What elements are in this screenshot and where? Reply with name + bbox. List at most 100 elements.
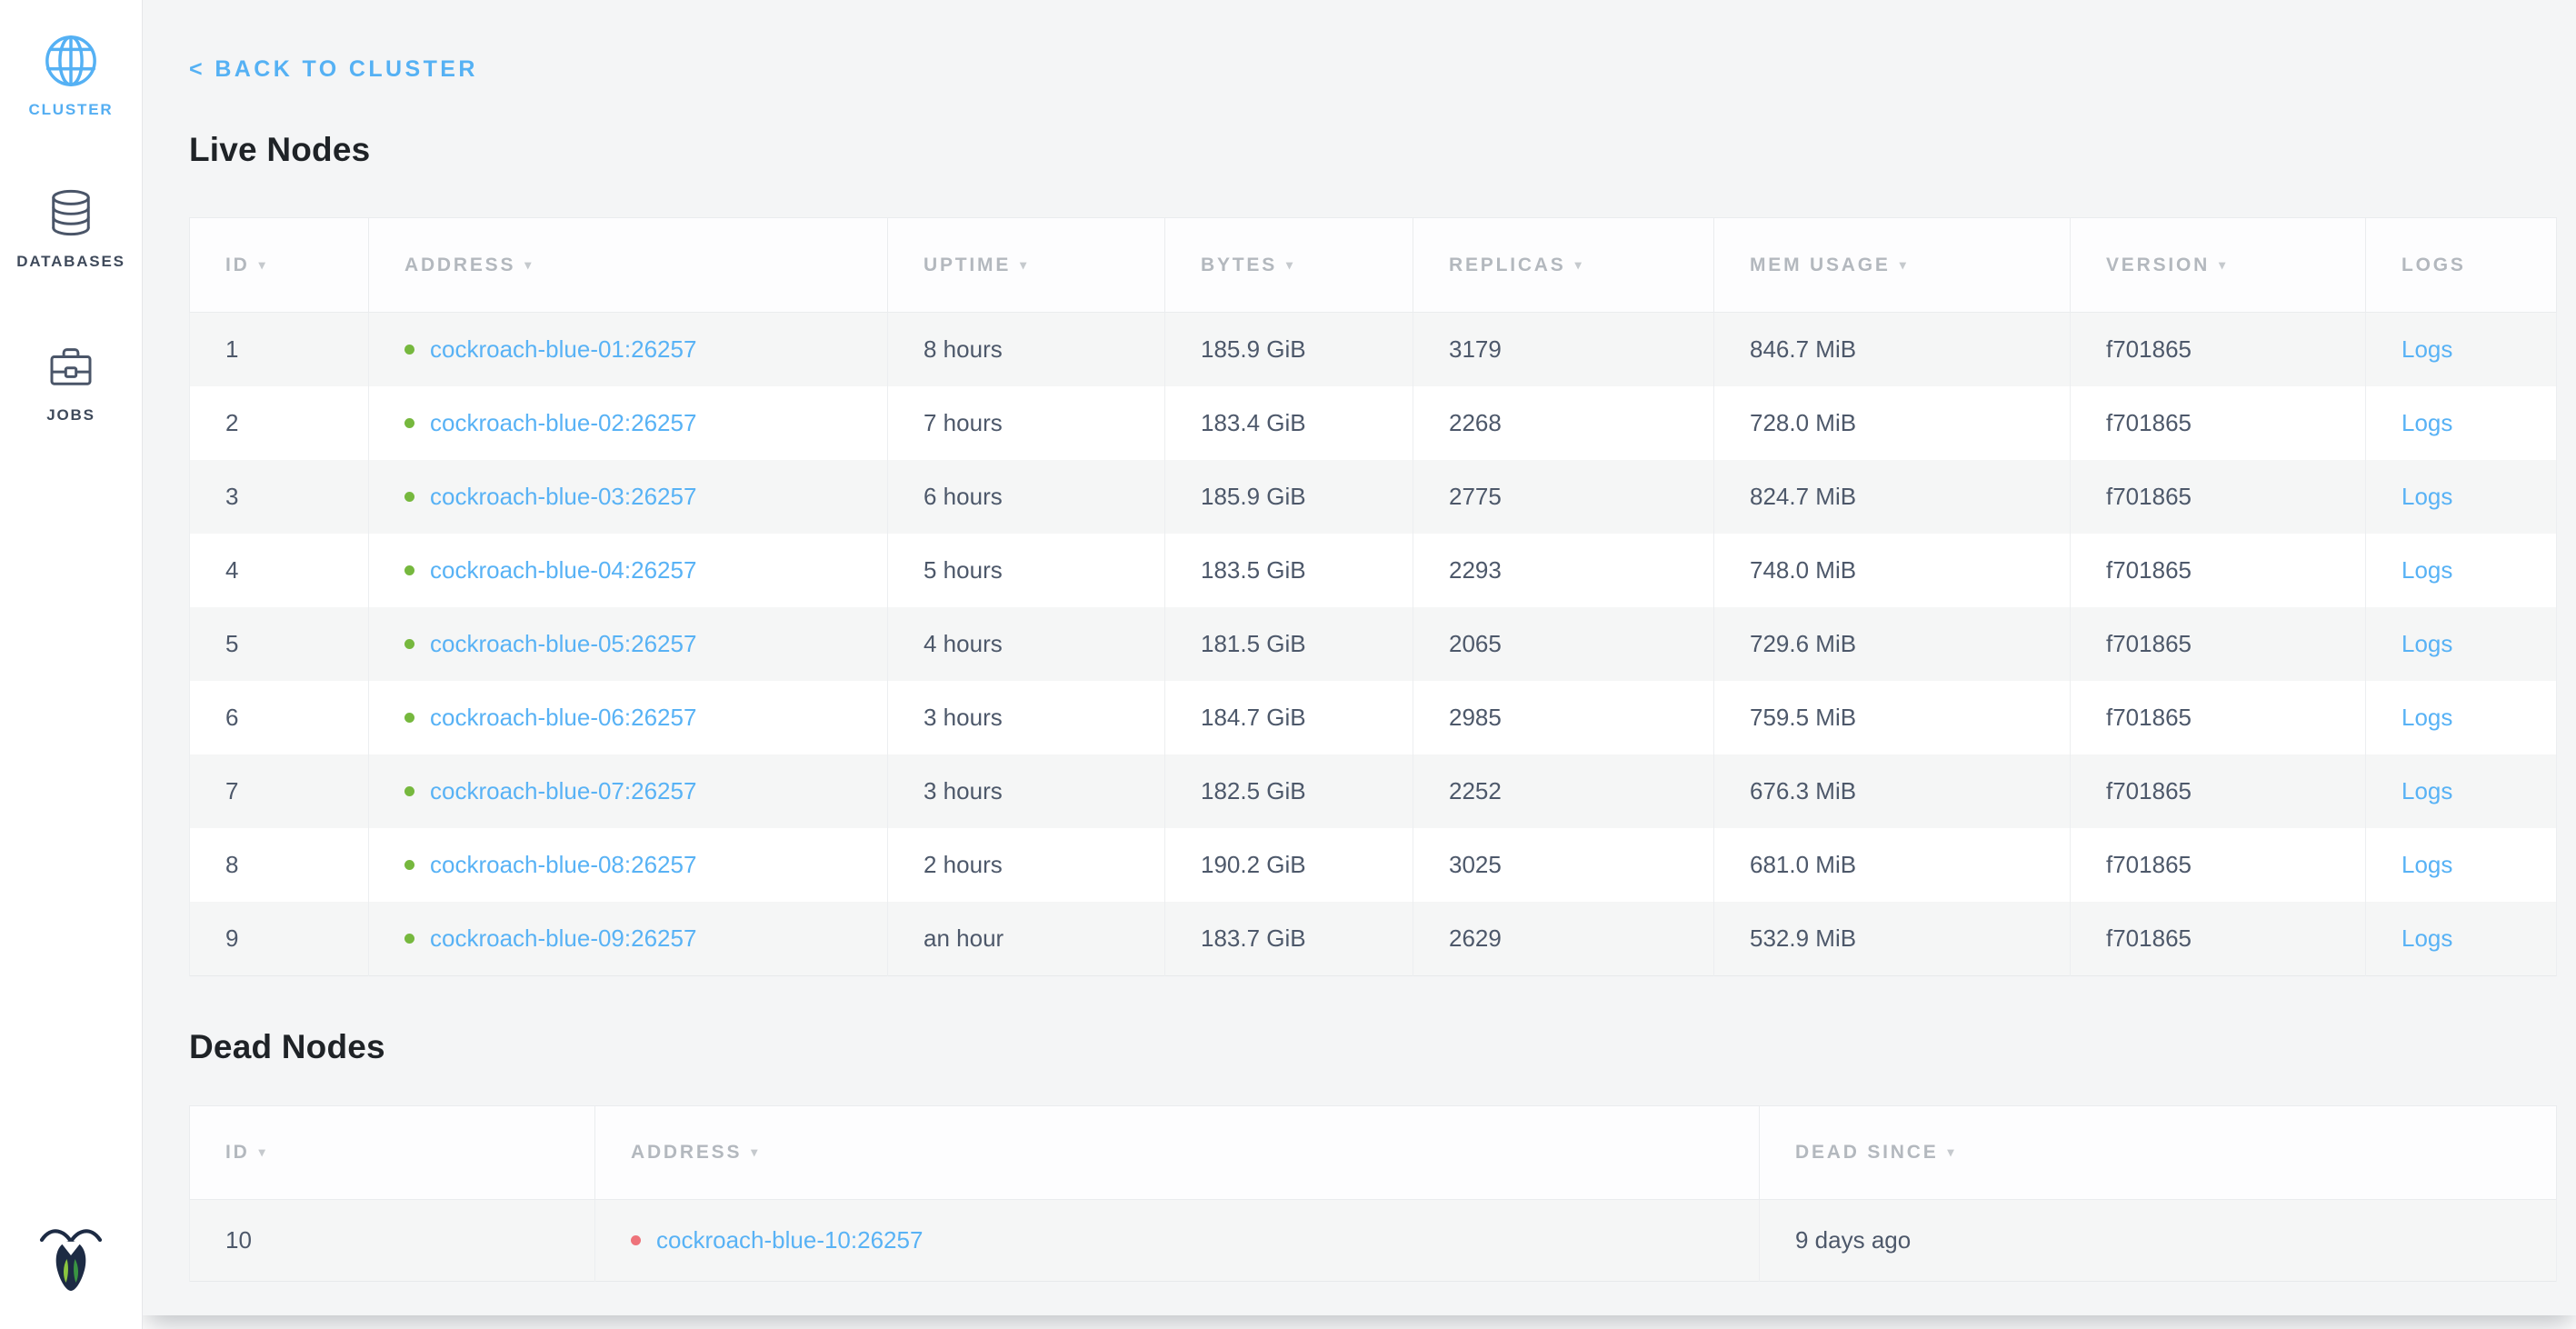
cell-bytes: 185.9 GiB	[1165, 313, 1413, 387]
sort-caret-icon: ▾	[2219, 257, 2225, 272]
table-row: 4cockroach-blue-04:262575 hours183.5 GiB…	[190, 534, 2557, 607]
cell-replicas: 2268	[1413, 386, 1714, 460]
cell-address: cockroach-blue-07:26257	[369, 754, 888, 828]
live-status-dot-icon	[404, 860, 414, 870]
sidebar-item-label: CLUSTER	[29, 101, 114, 119]
cell-address: cockroach-blue-06:26257	[369, 681, 888, 754]
cell-mem_usage: 748.0 MiB	[1714, 534, 2071, 607]
logs-link[interactable]: Logs	[2401, 483, 2452, 510]
cell-uptime: 7 hours	[888, 386, 1165, 460]
node-address-link[interactable]: cockroach-blue-02:26257	[430, 409, 696, 436]
node-address-link[interactable]: cockroach-blue-04:26257	[430, 556, 696, 584]
cell-address: cockroach-blue-10:26257	[595, 1200, 1760, 1282]
cell-version: f701865	[2071, 534, 2366, 607]
cell-bytes: 190.2 GiB	[1165, 828, 1413, 902]
app-root: CLUSTER DATABASES	[0, 0, 2576, 1329]
logs-link[interactable]: Logs	[2401, 409, 2452, 436]
column-header-address[interactable]: ADDRESS▾	[595, 1106, 1760, 1200]
dead-nodes-title: Dead Nodes	[189, 1027, 2576, 1067]
briefcase-icon	[45, 338, 96, 395]
cell-address: cockroach-blue-01:26257	[369, 313, 888, 387]
column-header-label: ID	[225, 1142, 250, 1163]
table-header-row: ID▾ADDRESS▾UPTIME▾ BYTES ▾ REPLICAS▾MEM USA…	[190, 218, 2557, 313]
column-header-label: BYTES	[1201, 255, 1277, 275]
column-header-version[interactable]: VERSION ▾	[2071, 218, 2366, 313]
cell-address: cockroach-blue-08:26257	[369, 828, 888, 902]
cell-mem_usage: 728.0 MiB	[1714, 386, 2071, 460]
logs-link[interactable]: Logs	[2401, 630, 2452, 657]
cell-replicas: 3179	[1413, 313, 1714, 387]
sort-caret-icon: ▾	[524, 257, 531, 272]
cell-replicas: 2775	[1413, 460, 1714, 534]
cell-bytes: 181.5 GiB	[1165, 607, 1413, 681]
column-header-replicas[interactable]: REPLICAS▾	[1413, 218, 1714, 313]
cell-logs: Logs	[2366, 681, 2557, 754]
logs-link[interactable]: Logs	[2401, 335, 2452, 363]
cell-uptime: 4 hours	[888, 607, 1165, 681]
cell-logs: Logs	[2366, 828, 2557, 902]
logs-link[interactable]: Logs	[2401, 777, 2452, 804]
table-row: 3cockroach-blue-03:262576 hours185.9 GiB…	[190, 460, 2557, 534]
cell-mem_usage: 846.7 MiB	[1714, 313, 2071, 387]
sidebar-item-databases[interactable]: DATABASES	[16, 185, 125, 271]
node-address-link[interactable]: cockroach-blue-10:26257	[656, 1226, 923, 1254]
logs-link[interactable]: Logs	[2401, 556, 2452, 584]
cell-id: 4	[190, 534, 369, 607]
dead-status-dot-icon	[631, 1235, 641, 1245]
column-header-dead_since[interactable]: DEAD SINCE▾	[1760, 1106, 2557, 1200]
node-address-link[interactable]: cockroach-blue-01:26257	[430, 335, 696, 363]
sidebar-item-jobs[interactable]: JOBS	[45, 338, 96, 425]
sort-caret-icon: ▾	[1020, 257, 1026, 272]
cell-mem_usage: 759.5 MiB	[1714, 681, 2071, 754]
column-header-id[interactable]: ID▾	[190, 218, 369, 313]
column-header-address[interactable]: ADDRESS▾	[369, 218, 888, 313]
cell-logs: Logs	[2366, 460, 2557, 534]
table-row: 7cockroach-blue-07:262573 hours182.5 GiB…	[190, 754, 2557, 828]
cell-bytes: 185.9 GiB	[1165, 460, 1413, 534]
cell-id: 1	[190, 313, 369, 387]
logs-link[interactable]: Logs	[2401, 851, 2452, 878]
sidebar-item-cluster[interactable]: CLUSTER	[29, 33, 114, 119]
sidebar-item-label: JOBS	[46, 406, 95, 425]
column-header-mem_usage[interactable]: MEM USAGE▾	[1714, 218, 2071, 313]
sort-caret-icon: ▾	[1948, 1144, 1954, 1159]
cell-uptime: 6 hours	[888, 460, 1165, 534]
cell-mem_usage: 729.6 MiB	[1714, 607, 2071, 681]
cell-bytes: 183.4 GiB	[1165, 386, 1413, 460]
sort-caret-icon: ▾	[259, 1144, 265, 1159]
node-address-link[interactable]: cockroach-blue-03:26257	[430, 483, 696, 510]
node-address-link[interactable]: cockroach-blue-05:26257	[430, 630, 696, 657]
live-status-dot-icon	[404, 418, 414, 428]
globe-icon	[43, 33, 99, 89]
cell-id: 6	[190, 681, 369, 754]
cell-version: f701865	[2071, 607, 2366, 681]
node-address-link[interactable]: cockroach-blue-08:26257	[430, 851, 696, 878]
cell-address: cockroach-blue-02:26257	[369, 386, 888, 460]
sort-caret-icon: ▾	[1286, 257, 1293, 272]
table-row: 6cockroach-blue-06:262573 hours184.7 GiB…	[190, 681, 2557, 754]
sidebar: CLUSTER DATABASES	[0, 0, 143, 1329]
cell-address: cockroach-blue-04:26257	[369, 534, 888, 607]
cell-id: 2	[190, 386, 369, 460]
node-address-link[interactable]: cockroach-blue-07:26257	[430, 777, 696, 804]
cell-version: f701865	[2071, 902, 2366, 976]
column-header-bytes[interactable]: BYTES ▾	[1165, 218, 1413, 313]
live-status-dot-icon	[404, 713, 414, 723]
cell-version: f701865	[2071, 386, 2366, 460]
table-row: 8cockroach-blue-08:262572 hours190.2 GiB…	[190, 828, 2557, 902]
node-address-link[interactable]: cockroach-blue-09:26257	[430, 924, 696, 952]
cell-logs: Logs	[2366, 902, 2557, 976]
node-address-link[interactable]: cockroach-blue-06:26257	[430, 704, 696, 731]
logs-link[interactable]: Logs	[2401, 704, 2452, 731]
column-header-id[interactable]: ID ▾	[190, 1106, 595, 1200]
column-header-uptime[interactable]: UPTIME▾	[888, 218, 1165, 313]
sidebar-item-label: DATABASES	[16, 253, 125, 271]
cell-replicas: 3025	[1413, 828, 1714, 902]
back-to-cluster-link[interactable]: < BACK TO CLUSTER	[189, 58, 478, 81]
cell-replicas: 2629	[1413, 902, 1714, 976]
cell-replicas: 2065	[1413, 607, 1714, 681]
column-header-label: VERSION	[2106, 255, 2210, 275]
cell-logs: Logs	[2366, 386, 2557, 460]
column-header-logs: LOGS	[2366, 218, 2557, 313]
logs-link[interactable]: Logs	[2401, 924, 2452, 952]
